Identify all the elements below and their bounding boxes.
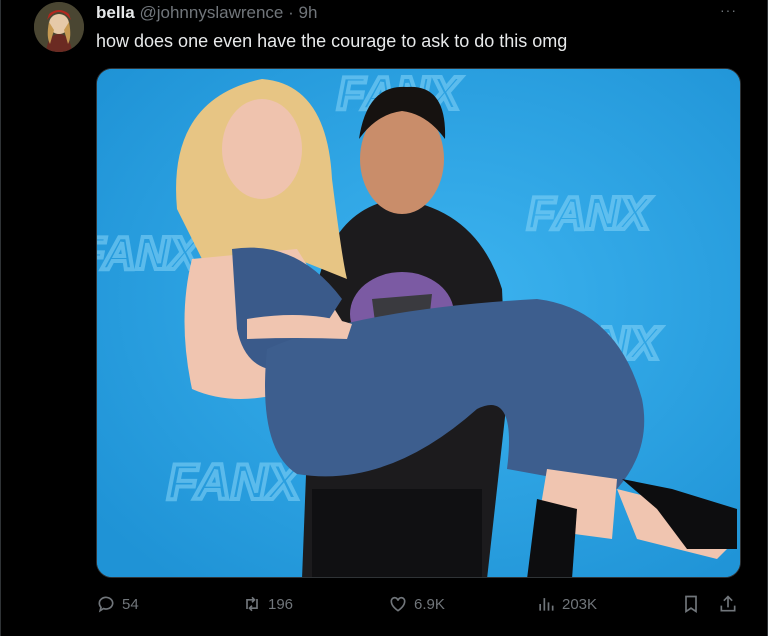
tweet-card[interactable]: bella @johnnyslawrence · 9h ··· how does… (0, 0, 768, 636)
backdrop-logo: FANX (167, 454, 303, 510)
tweet-header: bella @johnnyslawrence · 9h (96, 3, 317, 23)
tweet-photo[interactable]: FANX FANX FANX FANX FANX (96, 68, 741, 578)
reply-count: 54 (122, 595, 139, 613)
more-icon[interactable]: ··· (720, 2, 737, 18)
user-handle[interactable]: @johnnyslawrence (139, 3, 283, 22)
bookmark-button[interactable] (681, 594, 701, 614)
backdrop-logo: FANX (97, 227, 202, 279)
repost-icon (242, 594, 262, 614)
reply-button[interactable]: 54 (96, 594, 139, 614)
views-button[interactable]: 203K (536, 594, 597, 614)
share-button[interactable] (718, 594, 738, 614)
separator: · (288, 3, 294, 22)
timestamp[interactable]: 9h (299, 3, 318, 22)
share-icon (718, 594, 738, 614)
backdrop-logo: FANX (527, 187, 652, 239)
like-button[interactable]: 6.9K (388, 594, 445, 614)
display-name[interactable]: bella (96, 3, 135, 22)
repost-button[interactable]: 196 (242, 594, 293, 614)
bookmark-icon (681, 594, 701, 614)
photo-image: FANX FANX FANX FANX FANX (97, 69, 740, 577)
repost-count: 196 (268, 595, 294, 613)
views-icon (536, 594, 556, 614)
reply-icon (96, 594, 116, 614)
like-icon (388, 594, 408, 614)
tweet-text: how does one even have the courage to as… (96, 31, 568, 51)
avatar[interactable] (34, 2, 84, 52)
views-count: 203K (562, 595, 598, 613)
like-count: 6.9K (414, 595, 445, 613)
action-bar: 54 196 6.9K 203K (96, 594, 746, 620)
